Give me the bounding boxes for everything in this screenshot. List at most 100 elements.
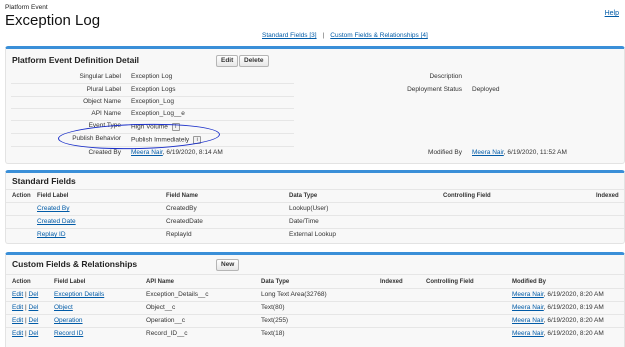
modified-by-user-link[interactable]: Meera Nair [512,317,544,324]
modified-by-user-link[interactable]: Meera Nair [512,304,544,311]
del-link[interactable]: Del [29,291,39,298]
modified-date: , 6/19/2020, 8:20 AM [543,291,604,298]
field-value-api-name: Exception_Log__e [131,110,185,117]
std-field-name: CreatedDate [166,218,203,225]
col-header-field-label: Field Label [54,279,86,285]
field-value-plural: Exception Logs [131,86,176,93]
event-type-text: High Volume [131,123,168,131]
custom-field-type: Text(80) [261,304,285,311]
custom-field-modified: Meera Nair, 6/19/2020, 8:20 AM [512,330,604,337]
del-link[interactable]: Del [29,330,39,337]
edit-button[interactable]: Edit [216,55,239,67]
field-value-modified-by: Meera Nair, 6/19/2020, 11:52 AM [472,149,567,156]
row-actions: Edit | Del [12,330,38,337]
field-value-singular: Exception Log [131,73,173,80]
edit-link[interactable]: Edit [12,317,23,324]
field-value-deployment-status: Deployed [472,86,500,93]
custom-fields-link[interactable]: Custom Fields & Relationships [4] [330,32,428,39]
col-header-api-name: API Name [146,279,175,285]
created-by-user-link[interactable]: Meera Nair [131,149,163,156]
custom-field-type: Text(18) [261,330,285,337]
custom-field-label-link[interactable]: Record ID [54,330,83,337]
col-header-indexed: Indexed [596,193,619,199]
field-label-modified-by: Modified By [428,149,462,156]
col-header-field-label: Field Label [37,193,69,199]
link-separator: | [322,32,325,39]
edit-link[interactable]: Edit [12,291,23,298]
modified-by-user-link[interactable]: Meera Nair [512,330,544,337]
action-separator: | [25,291,27,298]
col-header-field-name: Field Name [166,193,199,199]
field-label-description: Description [429,73,462,80]
field-label-deployment-status: Deployment Status [407,86,462,93]
col-header-modified-by: Modified By [512,279,546,285]
std-field-type: Date/Time [289,218,319,225]
delete-button[interactable]: Delete [239,55,269,67]
action-separator: | [25,317,27,324]
custom-field-label-link[interactable]: Operation [54,317,83,324]
custom-field-api-name: Exception_Details__c [146,291,209,298]
standard-fields-link[interactable]: Standard Fields [3] [262,32,317,39]
row-actions: Edit | Del [12,317,38,324]
modified-by-date: , 6/19/2020, 11:52 AM [503,149,567,156]
action-separator: | [25,304,27,311]
custom-field-modified: Meera Nair, 6/19/2020, 8:19 AM [512,304,604,311]
field-value-object-name: Exception_Log [131,98,175,105]
std-field-label-link[interactable]: Created By [37,205,70,212]
col-header-indexed: Indexed [380,279,403,285]
modified-date: , 6/19/2020, 8:20 AM [543,317,604,324]
section-title-custom-fields: Custom Fields & Relationships [12,259,138,269]
field-value-created-by: Meera Nair, 6/19/2020, 8:14 AM [131,149,223,156]
field-label-singular: Singular Label [79,73,121,80]
del-link[interactable]: Del [29,304,39,311]
help-link[interactable]: Help [605,10,619,17]
std-field-label-link[interactable]: Created Date [37,218,76,225]
publish-behavior-info-icon[interactable]: i [193,136,202,144]
new-field-button[interactable]: New [216,259,240,271]
standard-fields-section: Standard Fields Action Field Label Field… [5,170,625,244]
custom-field-api-name: Record_ID__c [146,330,188,337]
object-type-label: Platform Event [5,4,48,11]
std-field-label-link[interactable]: Replay ID [37,231,66,238]
modified-by-user-link[interactable]: Meera Nair [472,149,504,156]
created-by-date: , 6/19/2020, 8:14 AM [162,149,223,156]
custom-field-type: Text(255) [261,317,289,324]
field-label-event-type: Event Type [88,122,121,129]
std-field-name: CreatedBy [166,205,197,212]
custom-field-api-name: Operation__c [146,317,186,324]
modified-by-user-link[interactable]: Meera Nair [512,291,544,298]
custom-field-api-name: Object__c [146,304,176,311]
col-header-controlling-field: Controlling Field [426,279,474,285]
field-label-publish-behavior: Publish Behavior [72,135,121,142]
custom-field-label-link[interactable]: Object [54,304,73,311]
action-separator: | [25,330,27,337]
col-header-data-type: Data Type [261,279,290,285]
custom-fields-section: Custom Fields & Relationships New Action… [5,252,625,347]
col-header-action: Action [12,193,31,199]
std-field-name: ReplayId [166,231,192,238]
section-title-detail: Platform Event Definition Detail [12,55,140,65]
row-actions: Edit | Del [12,304,38,311]
custom-field-modified: Meera Nair, 6/19/2020, 8:20 AM [512,291,604,298]
custom-field-type: Long Text Area(32768) [261,291,327,298]
modified-date: , 6/19/2020, 8:19 AM [543,304,604,311]
modified-date: , 6/19/2020, 8:20 AM [543,330,604,337]
field-label-plural: Plural Label [86,86,121,93]
section-title-standard-fields: Standard Fields [12,176,76,186]
std-field-type: External Lookup [289,231,336,238]
field-value-publish-behavior: Publish Immediately i [131,136,202,144]
field-label-created-by: Created By [88,149,121,156]
field-label-api-name: API Name [91,110,121,117]
publish-behavior-text: Publish Immediately [131,136,190,144]
edit-link[interactable]: Edit [12,330,23,337]
col-header-controlling-field: Controlling Field [443,193,491,199]
definition-detail-section: Platform Event Definition Detail Edit De… [5,46,625,164]
row-actions: Edit | Del [12,291,38,298]
custom-field-label-link[interactable]: Exception Details [54,291,104,298]
del-link[interactable]: Del [29,317,39,324]
event-type-info-icon[interactable]: i [171,123,180,131]
col-header-action: Action [12,279,31,285]
field-label-object-name: Object Name [83,98,121,105]
col-header-data-type: Data Type [289,193,318,199]
edit-link[interactable]: Edit [12,304,23,311]
